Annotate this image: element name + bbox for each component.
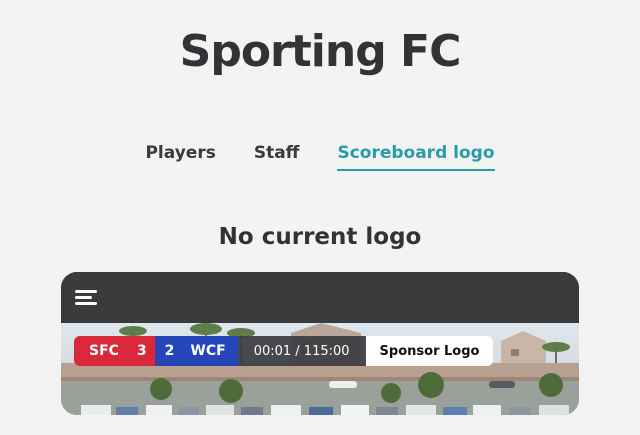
preview-toolbar [61, 272, 579, 323]
no-logo-message: No current logo [218, 224, 422, 250]
home-team-score: 3 [136, 343, 147, 359]
away-team-panel: 2 WCF [154, 336, 238, 366]
scoreboard-overlay: SFC 3 2 WCF 00:01 / 115:00 Sponsor Logo [74, 336, 494, 366]
home-team-panel: SFC 3 [74, 336, 155, 366]
tab-staff[interactable]: Staff [254, 143, 300, 171]
sponsor-logo-placeholder: Sponsor Logo [365, 336, 494, 366]
away-team-score: 2 [164, 343, 175, 359]
match-clock: 00:01 / 115:00 [237, 336, 366, 366]
page-title: Sporting FC [179, 26, 462, 77]
away-team-name: WCF [190, 343, 226, 359]
scoreboard-preview: SFC 3 2 WCF 00:01 / 115:00 Sponsor Logo [61, 272, 579, 415]
tab-scoreboard-logo[interactable]: Scoreboard logo [337, 143, 495, 171]
tab-bar: Players Staff Scoreboard logo [0, 143, 640, 171]
hamburger-menu-icon[interactable] [75, 290, 97, 306]
home-team-name: SFC [89, 343, 119, 359]
tab-players[interactable]: Players [145, 143, 215, 171]
